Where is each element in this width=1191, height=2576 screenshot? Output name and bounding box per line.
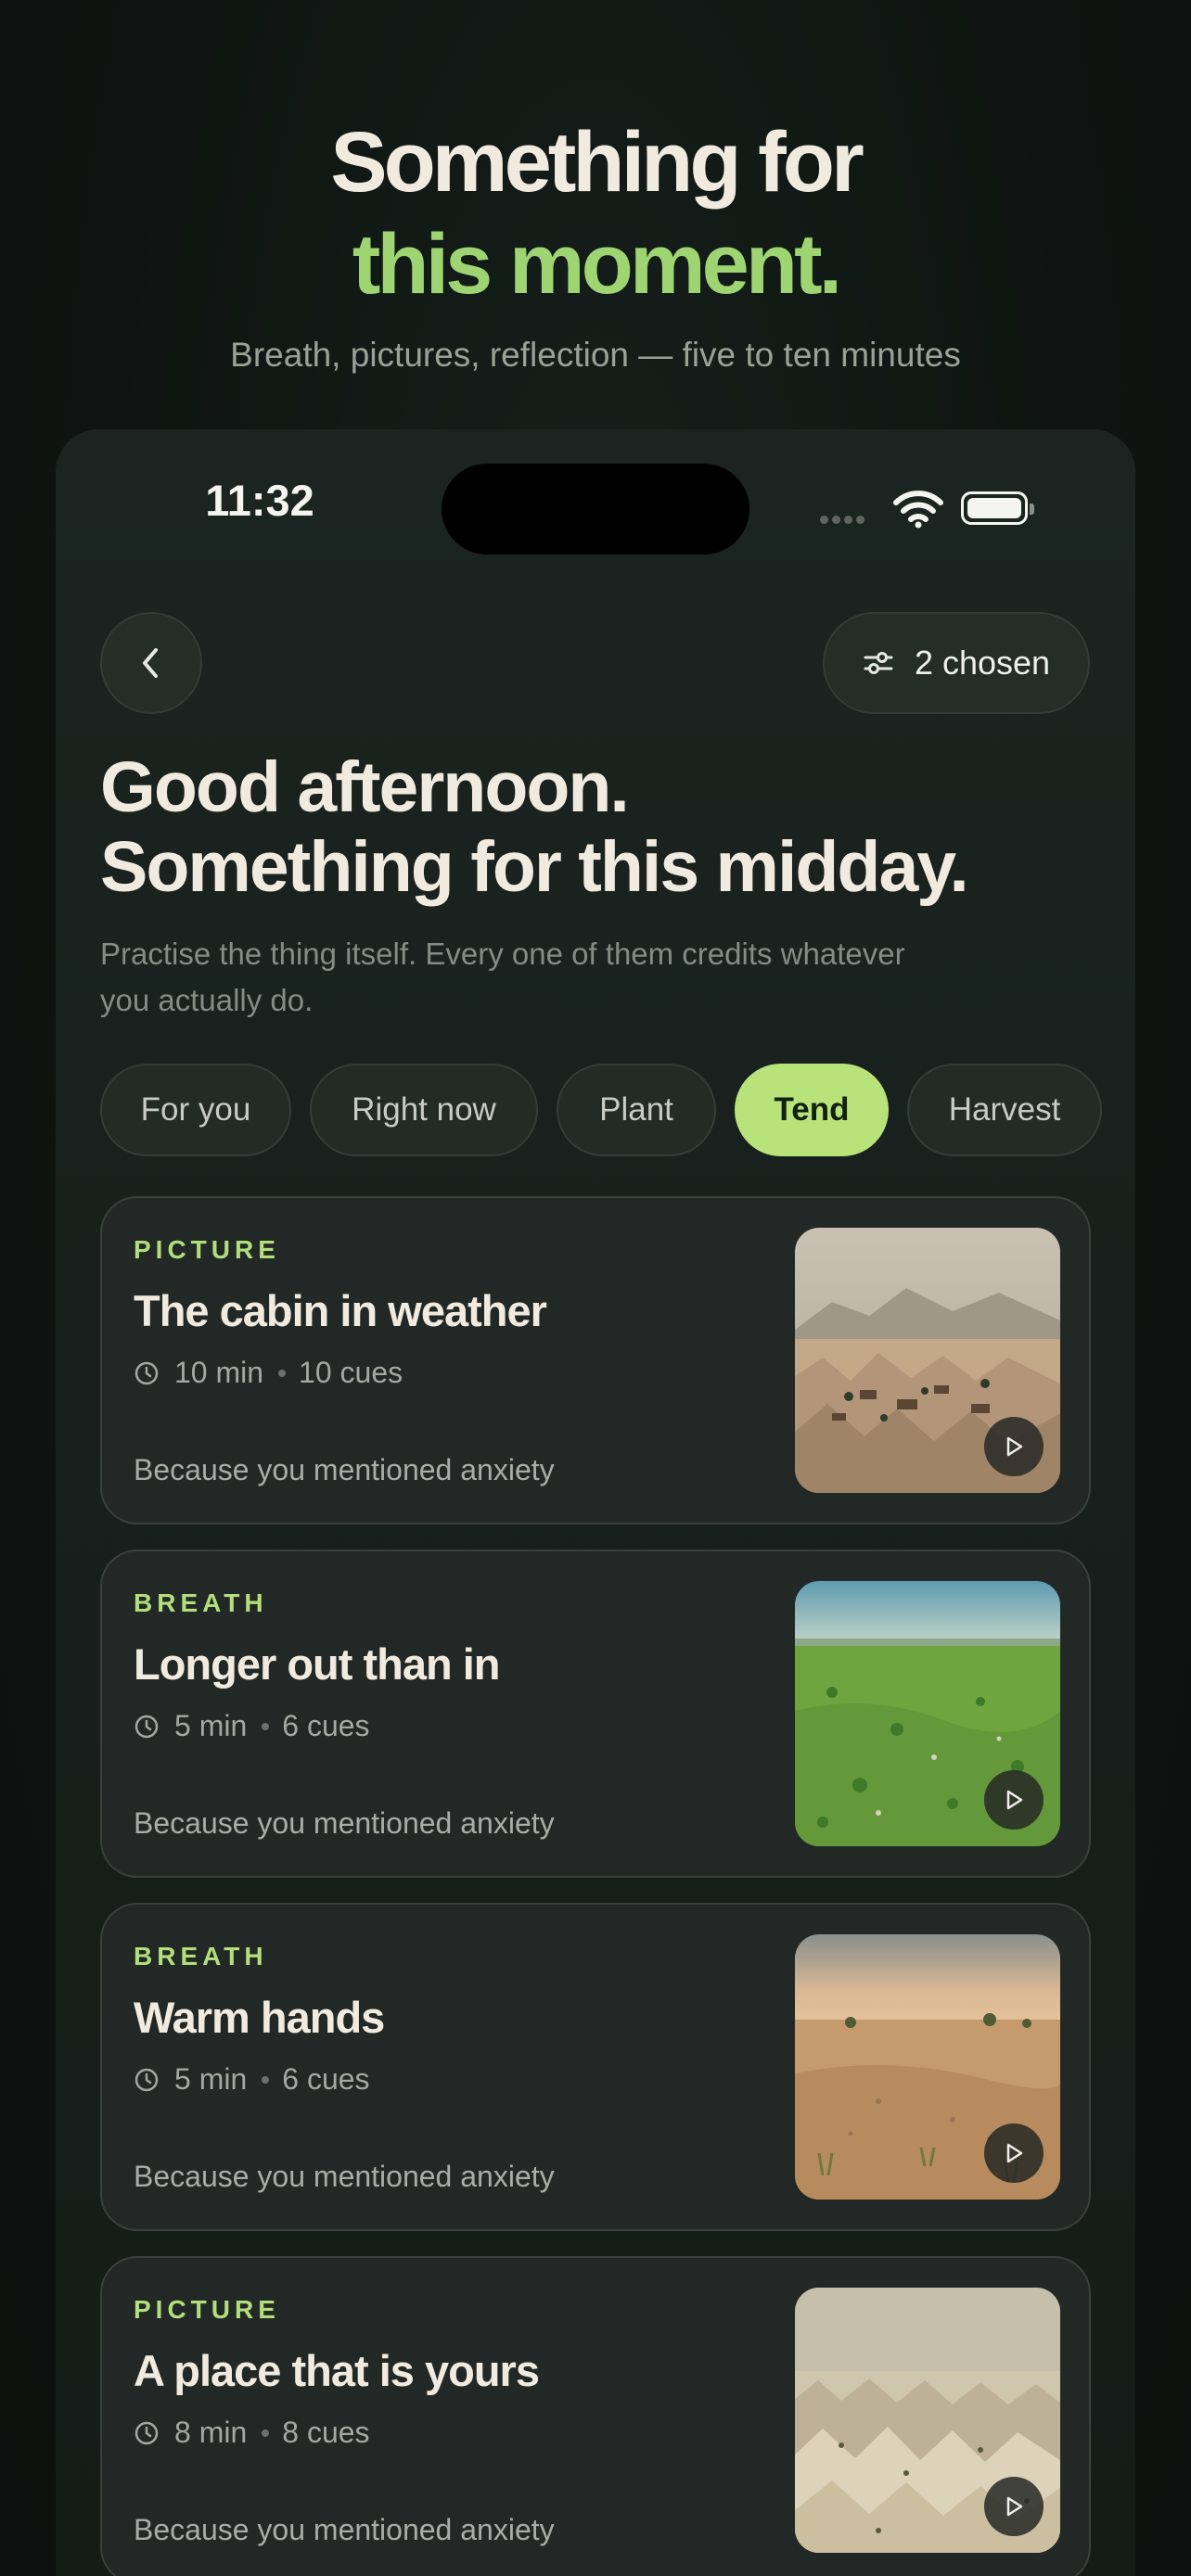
card-duration: 8 min	[174, 2416, 248, 2449]
card-category: BREATH	[134, 1942, 268, 1970]
session-card[interactable]: PICTURE The cabin in weather 10 min 10 c…	[100, 1196, 1091, 1524]
card-duration: 10 min	[174, 1356, 264, 1389]
card-meta: 8 min 8 cues	[134, 2416, 370, 2450]
chip-plant[interactable]: Plant	[557, 1064, 716, 1156]
card-title: A place that is yours	[134, 2346, 540, 2395]
page: { "hero": { "title_line1": "Something fo…	[0, 0, 1191, 2576]
card-title: Longer out than in	[134, 1639, 500, 1689]
status-time: 11:32	[205, 476, 314, 525]
sliders-icon	[864, 652, 893, 674]
greeting-line1: Good afternoon.	[100, 747, 630, 827]
card-cues: 6 cues	[282, 1709, 370, 1742]
clock-icon	[134, 2068, 159, 2091]
card-reason: Because you mentioned anxiety	[134, 2160, 555, 2193]
back-button[interactable]	[100, 612, 202, 714]
sunset-desert-thumbnail	[795, 1934, 1060, 2200]
session-card[interactable]: BREATH Warm hands 5 min 6 cues Because y…	[100, 1903, 1091, 2231]
card-meta: 5 min 6 cues	[134, 2062, 370, 2097]
card-category: BREATH	[134, 1588, 268, 1617]
battery-icon	[961, 491, 1034, 525]
chip-tend[interactable]: Tend	[735, 1064, 889, 1156]
greeting-line2: Something for this midday.	[100, 827, 969, 907]
wifi-icon	[892, 490, 944, 533]
separator-dot	[262, 2075, 270, 2084]
play-icon	[1006, 2143, 1023, 2163]
play-button[interactable]	[984, 2123, 1044, 2183]
chip-for-you[interactable]: For you	[100, 1064, 291, 1156]
green-meadow-thumbnail	[795, 1581, 1060, 1846]
separator-dot	[262, 1722, 270, 1730]
play-icon	[1006, 1790, 1023, 1810]
card-cues: 10 cues	[299, 1356, 403, 1389]
play-icon	[1006, 2496, 1023, 2517]
clock-icon	[134, 1715, 159, 1738]
back-chevron-icon	[143, 648, 158, 678]
filter-button[interactable]: 2 chosen	[823, 612, 1090, 714]
card-duration: 5 min	[174, 1709, 248, 1742]
play-button[interactable]	[984, 2477, 1044, 2536]
card-cues: 8 cues	[282, 2416, 370, 2449]
dynamic-island	[442, 464, 749, 555]
chip-harvest[interactable]: Harvest	[907, 1064, 1102, 1156]
hero-title-line1: Something for	[330, 115, 864, 210]
desert-village-thumbnail	[795, 1228, 1060, 1493]
card-title: Warm hands	[134, 1993, 385, 2042]
session-card[interactable]: BREATH Longer out than in 5 min 6 cues B…	[100, 1549, 1091, 1878]
play-button[interactable]	[984, 1417, 1044, 1476]
card-cues: 6 cues	[282, 2062, 370, 2096]
category-chips: For you Right now Plant Tend Harvest	[100, 1064, 1102, 1156]
card-meta: 5 min 6 cues	[134, 1709, 370, 1743]
greeting: Good afternoon. Something for this midda…	[100, 747, 1102, 907]
signal-icon	[820, 512, 868, 529]
chip-right-now[interactable]: Right now	[310, 1064, 538, 1156]
clock-icon	[134, 2421, 159, 2444]
card-reason: Because you mentioned anxiety	[134, 1453, 555, 1486]
separator-dot	[278, 1369, 287, 1377]
hero-title-line2: this moment.	[352, 217, 842, 312]
card-duration: 5 min	[174, 2062, 248, 2096]
session-card[interactable]: PICTURE A place that is yours 8 min 8 cu…	[100, 2256, 1091, 2576]
intro-text: Practise the thing itself. Every one of …	[100, 937, 905, 1017]
hero-subtitle: Breath, pictures, reflection — five to t…	[230, 336, 961, 374]
card-reason: Because you mentioned anxiety	[134, 1806, 555, 1840]
pale-dunes-thumbnail	[795, 2288, 1060, 2553]
card-reason: Because you mentioned anxiety	[134, 2513, 555, 2546]
play-button[interactable]	[984, 1770, 1044, 1830]
card-category: PICTURE	[134, 1235, 280, 1264]
filter-label: 2 chosen	[914, 644, 1051, 682]
card-meta: 10 min 10 cues	[134, 1356, 403, 1390]
separator-dot	[262, 2429, 270, 2437]
card-title: The cabin in weather	[134, 1286, 547, 1335]
play-icon	[1006, 1436, 1023, 1457]
clock-icon	[134, 1361, 159, 1384]
card-category: PICTURE	[134, 2295, 280, 2324]
